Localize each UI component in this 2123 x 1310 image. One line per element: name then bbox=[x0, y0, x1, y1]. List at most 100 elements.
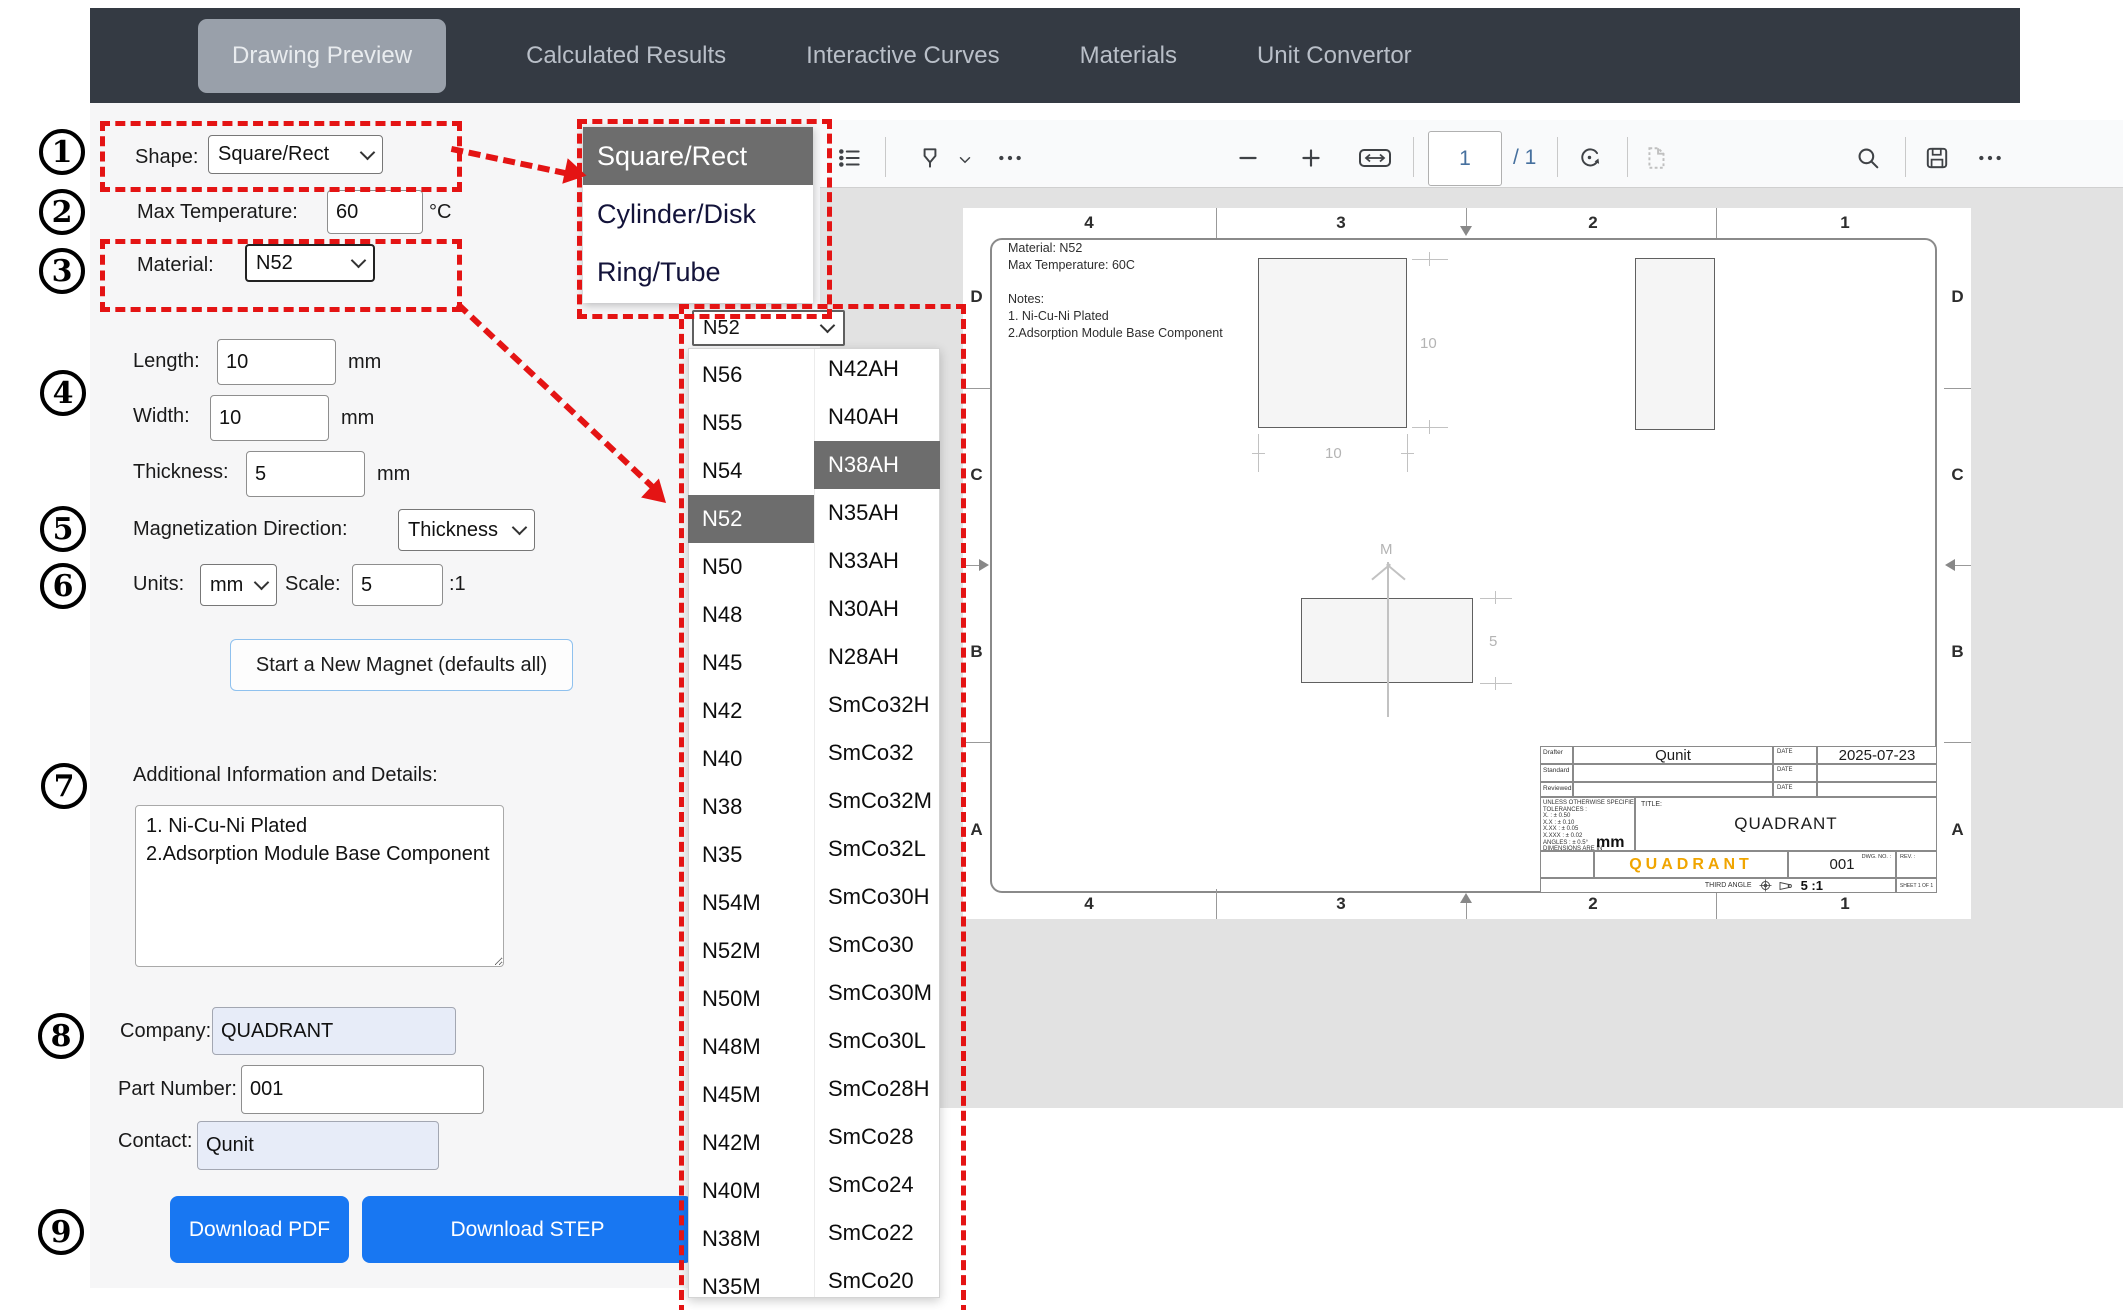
max-temp-input[interactable] bbox=[327, 190, 423, 234]
zone-label: B bbox=[963, 564, 990, 742]
shape-option[interactable]: Cylinder/Disk bbox=[583, 185, 813, 243]
magnetization-select-value: Thickness bbox=[408, 519, 498, 542]
save-icon[interactable] bbox=[1924, 145, 1950, 171]
annotation-number-badge: 1 bbox=[39, 129, 85, 175]
material-option[interactable]: N35 bbox=[688, 831, 814, 879]
material-option[interactable]: SmCo32 bbox=[814, 729, 940, 777]
material-option[interactable]: N54M bbox=[688, 879, 814, 927]
page-view-icon[interactable] bbox=[1644, 145, 1670, 171]
more-options-icon[interactable] bbox=[1977, 145, 2003, 171]
annotation-number-badge: 3 bbox=[39, 248, 85, 294]
nav-tab[interactable]: Interactive Curves bbox=[806, 42, 999, 70]
bottom-height-dim: 5 bbox=[1489, 633, 1497, 650]
material-option[interactable]: N38AH bbox=[814, 441, 940, 489]
tolerance-line: UNLESS OTHERWISE SPECIFIED: bbox=[1543, 800, 1634, 807]
highlighter-pen-icon[interactable] bbox=[917, 145, 943, 171]
material-option[interactable]: N55 bbox=[688, 399, 814, 447]
company-input[interactable] bbox=[212, 1007, 456, 1055]
material-select[interactable]: N52 bbox=[245, 244, 375, 282]
dim-extension-line bbox=[1480, 683, 1512, 684]
nav-tab[interactable]: Calculated Results bbox=[526, 42, 726, 70]
material-option[interactable]: N42M bbox=[688, 1119, 814, 1167]
annotation-number-badge: 6 bbox=[40, 563, 86, 609]
third-angle-label: THIRD ANGLE bbox=[1705, 882, 1752, 889]
material-option[interactable]: N30AH bbox=[814, 585, 940, 633]
material-option[interactable]: SmCo22 bbox=[814, 1209, 940, 1257]
material-dropdown-collapsed[interactable]: N52 bbox=[692, 310, 845, 346]
units-select[interactable]: mm bbox=[200, 564, 277, 606]
material-option[interactable]: N38M bbox=[688, 1215, 814, 1263]
tolerance-line: X.X : ± 0.10 bbox=[1543, 820, 1634, 827]
material-option[interactable]: N28AH bbox=[814, 633, 940, 681]
material-option[interactable]: SmCo24 bbox=[814, 1161, 940, 1209]
zone-label: 1 bbox=[1719, 208, 1971, 238]
page-number-input[interactable]: 1 bbox=[1428, 131, 1502, 186]
material-option[interactable]: SmCo28 bbox=[814, 1113, 940, 1161]
width-input[interactable] bbox=[210, 395, 329, 441]
material-option[interactable]: SmCo30H bbox=[814, 873, 940, 921]
material-option[interactable]: N42 bbox=[688, 687, 814, 735]
material-option[interactable]: N40M bbox=[688, 1167, 814, 1215]
material-option[interactable]: N52 bbox=[688, 495, 814, 543]
material-option[interactable]: N38 bbox=[688, 783, 814, 831]
zone-tick bbox=[963, 742, 990, 743]
more-options-icon[interactable] bbox=[997, 145, 1023, 171]
material-option[interactable]: N50 bbox=[688, 543, 814, 591]
material-option[interactable]: SmCo30 bbox=[814, 921, 940, 969]
download-pdf-button[interactable]: Download PDF bbox=[170, 1196, 349, 1263]
material-option[interactable]: SmCo30L bbox=[814, 1017, 940, 1065]
date-value-empty bbox=[1817, 764, 1937, 782]
date-label: DATE bbox=[1773, 782, 1817, 797]
toolbar-divider bbox=[1905, 137, 1906, 177]
material-option[interactable]: N45M bbox=[688, 1071, 814, 1119]
material-option[interactable]: SmCo30M bbox=[814, 969, 940, 1017]
tolerance-line: X. : ± 0.50 bbox=[1543, 813, 1634, 820]
new-magnet-button[interactable]: Start a New Magnet (defaults all) bbox=[230, 639, 573, 691]
length-input[interactable] bbox=[217, 339, 336, 385]
material-option[interactable]: N35M bbox=[688, 1263, 814, 1310]
material-option[interactable]: SmCo32H bbox=[814, 681, 940, 729]
additional-info-label: Additional Information and Details: bbox=[133, 764, 438, 787]
material-option[interactable]: SmCo20 bbox=[814, 1257, 940, 1305]
material-option[interactable]: N50M bbox=[688, 975, 814, 1023]
material-option[interactable]: N52M bbox=[688, 927, 814, 975]
scale-input[interactable] bbox=[352, 564, 443, 606]
material-option[interactable]: N48 bbox=[688, 591, 814, 639]
rotate-icon[interactable] bbox=[1577, 145, 1603, 171]
magnetization-select[interactable]: Thickness bbox=[398, 509, 535, 551]
shape-select[interactable]: Square/Rect bbox=[208, 135, 383, 174]
nav-tab[interactable]: Drawing Preview bbox=[198, 19, 446, 93]
material-option[interactable]: SmCo32M bbox=[814, 777, 940, 825]
zone-label: D bbox=[963, 208, 990, 386]
thickness-input[interactable] bbox=[246, 451, 365, 497]
additional-info-textarea[interactable]: 1. Ni-Cu-Ni Plated 2.Adsorption Module B… bbox=[135, 805, 504, 967]
material-option[interactable]: N56 bbox=[688, 351, 814, 399]
search-icon[interactable] bbox=[1855, 145, 1881, 171]
nav-tab[interactable]: Unit Convertor bbox=[1257, 42, 1412, 70]
contact-input[interactable] bbox=[197, 1121, 439, 1170]
material-option[interactable]: N40 bbox=[688, 735, 814, 783]
material-option[interactable]: N54 bbox=[688, 447, 814, 495]
outline-list-icon[interactable] bbox=[837, 145, 863, 171]
fit-width-icon[interactable] bbox=[1358, 145, 1392, 171]
shape-option[interactable]: Ring/Tube bbox=[583, 243, 813, 301]
center-arrow-left-icon bbox=[1945, 559, 1955, 571]
material-option[interactable]: N45 bbox=[688, 639, 814, 687]
material-options-column-2: N42AHN40AHN38AHN35AHN33AHN30AHN28AHSmCo3… bbox=[814, 345, 940, 1305]
drawing-scale-value: 5 :1 bbox=[1801, 878, 1823, 893]
download-step-button[interactable]: Download STEP bbox=[362, 1196, 693, 1263]
part-number-input[interactable] bbox=[241, 1065, 484, 1114]
shape-option[interactable]: Square/Rect bbox=[583, 127, 813, 185]
zoom-out-icon[interactable] bbox=[1235, 145, 1261, 171]
material-option[interactable]: N48M bbox=[688, 1023, 814, 1071]
material-option[interactable]: N35AH bbox=[814, 489, 940, 537]
material-option[interactable]: SmCo28H bbox=[814, 1065, 940, 1113]
nav-tab[interactable]: Materials bbox=[1080, 42, 1177, 70]
material-option[interactable]: SmCo32L bbox=[814, 825, 940, 873]
material-option[interactable]: N33AH bbox=[814, 537, 940, 585]
material-option[interactable]: N40AH bbox=[814, 393, 940, 441]
chevron-down-icon[interactable] bbox=[956, 151, 974, 169]
zoom-in-icon[interactable] bbox=[1298, 145, 1324, 171]
material-option[interactable]: N42AH bbox=[814, 345, 940, 393]
zone-tick bbox=[963, 388, 990, 389]
